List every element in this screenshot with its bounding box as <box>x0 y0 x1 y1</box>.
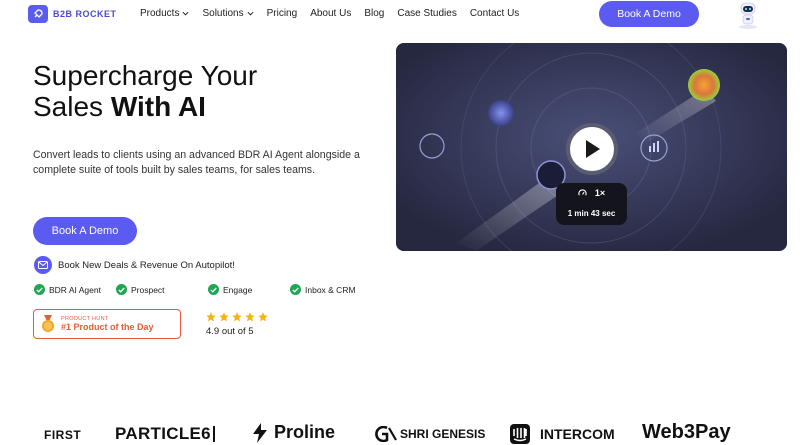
hero-title-line2-plain: Sales <box>33 91 111 122</box>
intercom-icon <box>510 424 530 444</box>
rocket-icon <box>28 5 48 23</box>
feature-list: BDR AI Agent Prospect Engage Inbox & CRM <box>0 284 400 298</box>
rating-text: 4.9 out of 5 <box>206 326 254 337</box>
nav-item-blog[interactable]: Blog <box>364 8 384 19</box>
autopilot-tagline: Book New Deals & Revenue On Autopilot! <box>34 256 235 274</box>
feature-item: Inbox & CRM <box>290 284 356 295</box>
client-logo-strip: FIRST PARTICLE6 Proline SHRI GENESIS INT… <box>0 420 800 445</box>
feature-item: Prospect <box>116 284 165 295</box>
check-circle-icon <box>34 284 45 295</box>
video-duration: 1 min 43 sec <box>567 209 616 218</box>
nav-item-case-studies[interactable]: Case Studies <box>397 8 456 19</box>
mail-icon <box>34 256 52 274</box>
chevron-down-icon <box>182 11 189 16</box>
autopilot-text: Book New Deals & Revenue On Autopilot! <box>58 259 235 271</box>
star-icon <box>232 312 242 322</box>
nav-item-label: Products <box>140 8 180 19</box>
chevron-down-icon <box>247 11 254 16</box>
nav-item-label: Contact Us <box>469 8 520 19</box>
robot-assistant-icon[interactable] <box>732 0 764 30</box>
video-controls[interactable]: 1× 1 min 43 sec <box>556 183 627 225</box>
hero-title-line2-bold: With AI <box>110 91 206 122</box>
play-icon <box>586 140 600 158</box>
nav-item-solutions[interactable]: Solutions <box>202 8 254 19</box>
star-rating <box>206 312 268 322</box>
logo-shri-genesis-text: SHRI GENESIS <box>400 427 486 441</box>
nav-item-contact-us[interactable]: Contact Us <box>470 8 519 19</box>
feature-label: Prospect <box>131 284 165 295</box>
logo-first: FIRST <box>44 428 81 442</box>
check-circle-icon <box>116 284 127 295</box>
shri-genesis-mark-icon <box>375 426 397 442</box>
playback-speed[interactable]: 1× <box>556 188 627 198</box>
top-navigation: B2B ROCKET Products Solutions Pricing Ab… <box>0 0 800 30</box>
logo-text: B2B ROCKET <box>53 9 117 19</box>
nav-item-label: Solutions <box>202 8 244 19</box>
nav-links: Products Solutions Pricing About Us Blog… <box>140 8 532 19</box>
logo-particle6-text: PARTICLE6 <box>115 424 211 443</box>
feature-item: Engage <box>208 284 252 295</box>
logo-web3pay: Web3Pay <box>642 421 731 444</box>
product-hunt-badge[interactable]: PRODUCT HUNT #1 Product of the Day <box>33 309 181 339</box>
proline-bolt-icon <box>253 422 267 443</box>
product-hunt-title: #1 Product of the Day <box>61 322 154 332</box>
nav-item-pricing[interactable]: Pricing <box>267 8 298 19</box>
logo-proline: Proline <box>252 422 335 443</box>
star-icon <box>258 312 268 322</box>
play-button[interactable] <box>566 123 618 175</box>
star-icon <box>245 312 255 322</box>
logo-web3pay-text: Web3Pay <box>642 421 731 443</box>
speed-gauge-icon <box>578 188 587 196</box>
logo-first-text: FIRST <box>44 428 82 442</box>
nav-item-label: Pricing <box>266 8 298 19</box>
feature-label: BDR AI Agent <box>49 284 101 295</box>
hero-description: Convert leads to clients using an advanc… <box>33 149 360 176</box>
nav-item-label: About Us <box>310 8 352 19</box>
nav-item-products[interactable]: Products <box>140 8 189 19</box>
feature-item: BDR AI Agent <box>34 284 101 295</box>
logo-intercom: INTERCOM <box>509 423 615 445</box>
rating-widget: 4.9 out of 5 <box>206 312 268 337</box>
check-circle-icon <box>290 284 301 295</box>
star-icon <box>219 312 229 322</box>
star-icon <box>206 312 216 322</box>
medal-icon <box>42 315 54 332</box>
nav-item-label: Case Studies <box>397 8 457 19</box>
hero-title: Supercharge Your Sales With AI <box>33 60 257 122</box>
nav-item-about-us[interactable]: About Us <box>310 8 351 19</box>
logo-proline-text: Proline <box>274 422 336 442</box>
playback-speed-value: 1× <box>594 188 606 198</box>
nav-item-label: Blog <box>364 8 385 19</box>
feature-label: Inbox & CRM <box>305 284 356 295</box>
hero-title-line1: Supercharge Your <box>33 60 258 91</box>
check-circle-icon <box>208 284 219 295</box>
nav-book-demo-button[interactable]: Book A Demo <box>599 1 699 27</box>
logo-intercom-text: INTERCOM <box>540 426 615 442</box>
hero-book-demo-button[interactable]: Book A Demo <box>33 217 137 245</box>
brand-logo[interactable]: B2B ROCKET <box>28 5 117 23</box>
logo-shri-genesis: SHRI GENESIS <box>375 426 485 442</box>
feature-label: Engage <box>223 284 253 295</box>
logo-particle6: PARTICLE6 <box>115 424 215 444</box>
